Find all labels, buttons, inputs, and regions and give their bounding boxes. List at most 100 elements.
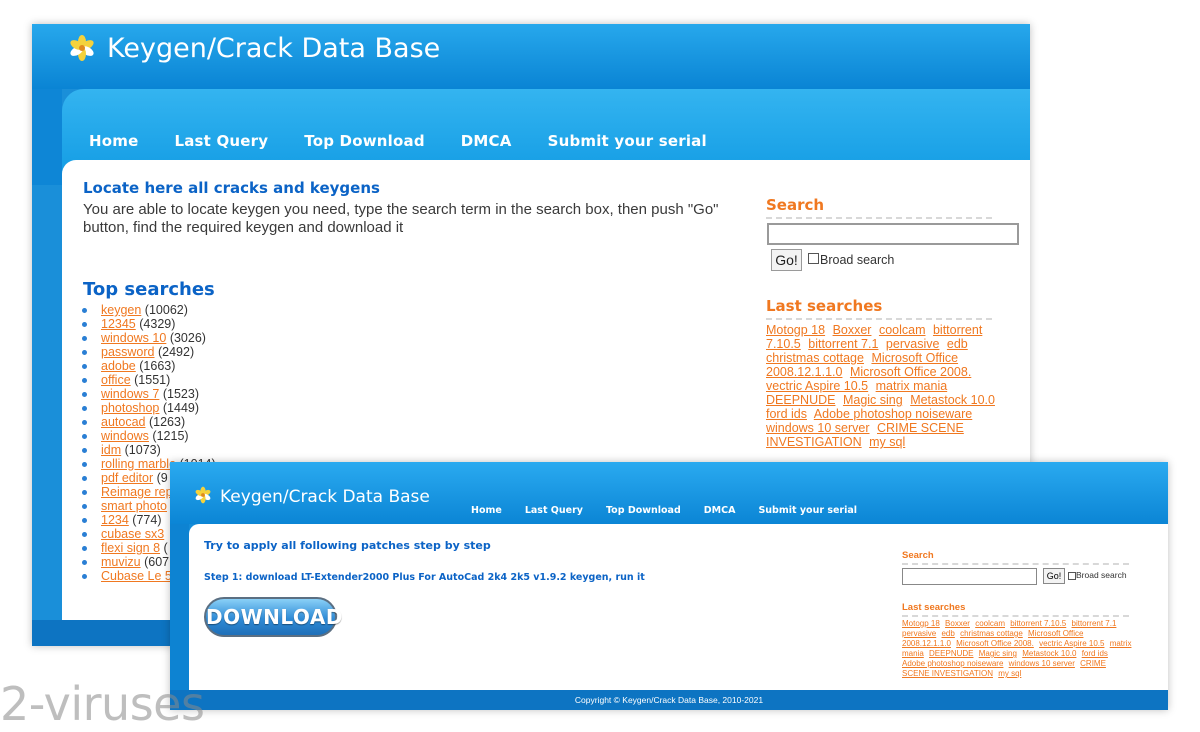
site-title[interactable]: Keygen/Crack Data Base	[107, 33, 440, 64]
last-search-link[interactable]: edb	[941, 629, 954, 638]
top-search-count: (4329)	[139, 317, 176, 331]
top-search-link[interactable]: windows	[101, 429, 149, 443]
top-search-link[interactable]: 1234	[101, 513, 129, 527]
top-search-link[interactable]: idm	[101, 443, 121, 457]
top-search-link[interactable]: office	[101, 373, 131, 387]
top-search-link[interactable]: muvizu	[101, 555, 141, 569]
broad-search-label[interactable]: Broad search	[1076, 570, 1127, 580]
last-search-link[interactable]: coolcam	[879, 323, 926, 337]
top-search-count: (1663)	[139, 359, 176, 373]
top-search-link[interactable]: Cubase Le 5	[101, 569, 172, 583]
top-search-link[interactable]: windows 10	[101, 331, 166, 345]
top-search-item: windows 7 (1523)	[82, 387, 216, 401]
locate-heading: Locate here all cracks and keygens	[83, 179, 380, 197]
last-search-link[interactable]: Motogp 18	[766, 323, 825, 337]
last-search-link[interactable]: Motogp 18	[902, 619, 940, 628]
last-search-link[interactable]: Magic sing	[979, 649, 1017, 658]
last-search-link[interactable]: Boxxer	[945, 619, 970, 628]
top-search-link[interactable]: keygen	[101, 303, 141, 317]
top-search-count: (10062)	[144, 303, 188, 317]
top-search-count: (1215)	[152, 429, 189, 443]
top-search-count: (1073)	[124, 443, 161, 457]
search-heading: Search	[902, 550, 1129, 565]
search-input[interactable]	[767, 223, 1019, 245]
last-search-link[interactable]: edb	[947, 337, 968, 351]
nav-dmca[interactable]: DMCA	[704, 505, 736, 516]
last-search-link[interactable]: vectric Aspire 10.5	[766, 379, 868, 393]
last-search-link[interactable]: DEEPNUDE	[766, 393, 835, 407]
broad-search-label[interactable]: Broad search	[820, 253, 894, 267]
last-search-link[interactable]: matrix mania	[876, 379, 948, 393]
download-button[interactable]: DOWNLOAD	[204, 597, 342, 637]
nav-top-download[interactable]: Top Download	[606, 505, 681, 516]
top-search-count: (	[163, 541, 168, 555]
last-search-link[interactable]: Magic sing	[843, 393, 903, 407]
search-input[interactable]	[902, 568, 1037, 585]
last-search-link[interactable]: windows 10 server	[1009, 659, 1075, 668]
top-search-link[interactable]: windows 7	[101, 387, 159, 401]
last-search-link[interactable]: Adobe photoshop noiseware	[814, 407, 972, 421]
top-search-link[interactable]: pdf editor	[101, 471, 153, 485]
top-search-count: (1263)	[148, 415, 186, 429]
last-searches-heading: Last searches	[766, 297, 992, 320]
main-nav: Home Last Query Top Download DMCA Submit…	[89, 132, 707, 150]
top-search-link[interactable]: photoshop	[101, 401, 159, 415]
last-search-link[interactable]: christmas cottage	[766, 351, 864, 365]
top-search-item: autocad (1263)	[82, 415, 216, 429]
last-search-link[interactable]: Microsoft Office 2008.	[850, 365, 971, 379]
top-search-count: (607	[144, 555, 170, 569]
nav-last-query[interactable]: Last Query	[525, 505, 583, 516]
last-search-link[interactable]: bittorrent 7.1	[808, 337, 878, 351]
last-search-link[interactable]: Microsoft Office 2008.	[956, 639, 1034, 648]
top-search-link[interactable]: Reimage rep	[101, 485, 173, 499]
broad-search-checkbox[interactable]	[808, 253, 819, 264]
nav-dmca[interactable]: DMCA	[461, 132, 512, 150]
last-search-link[interactable]: Adobe photoshop noiseware	[902, 659, 1003, 668]
site-title[interactable]: Keygen/Crack Data Base	[220, 487, 430, 507]
top-search-item: photoshop (1449)	[82, 401, 216, 415]
top-search-item: windows 10 (3026)	[82, 331, 216, 345]
last-search-link[interactable]: pervasive	[902, 629, 936, 638]
nav-home[interactable]: Home	[471, 505, 502, 516]
flower-icon	[195, 486, 211, 504]
top-search-link[interactable]: adobe	[101, 359, 136, 373]
last-search-link[interactable]: Metastock 10.0	[910, 393, 995, 407]
go-button[interactable]: Go!	[771, 249, 802, 271]
last-search-link[interactable]: my sql	[869, 435, 905, 449]
nav-last-query[interactable]: Last Query	[174, 132, 268, 150]
nav-submit-serial[interactable]: Submit your serial	[758, 505, 857, 516]
last-search-link[interactable]: windows 10 server	[766, 421, 870, 435]
last-search-link[interactable]: my sql	[998, 669, 1021, 678]
last-search-link[interactable]: ford ids	[1082, 649, 1108, 658]
top-search-item: office (1551)	[82, 373, 216, 387]
nav-home[interactable]: Home	[89, 132, 138, 150]
top-search-link[interactable]: rolling marble	[101, 457, 176, 471]
last-search-link[interactable]: coolcam	[975, 619, 1005, 628]
last-search-link[interactable]: vectric Aspire 10.5	[1039, 639, 1104, 648]
header-left-band	[32, 89, 62, 185]
last-search-link[interactable]: Metastock 10.0	[1022, 649, 1076, 658]
top-search-link[interactable]: flexi sign 8	[101, 541, 160, 555]
last-search-link[interactable]: bittorrent 7.1	[1072, 619, 1117, 628]
top-search-link[interactable]: autocad	[101, 415, 145, 429]
last-search-link[interactable]: ford ids	[766, 407, 807, 421]
top-search-count: (9	[156, 471, 168, 485]
last-search-link[interactable]: christmas cottage	[960, 629, 1023, 638]
top-search-link[interactable]: smart photo	[101, 499, 167, 513]
top-search-link[interactable]: password	[101, 345, 155, 359]
last-search-link[interactable]: bittorrent 7.10.5	[1010, 619, 1066, 628]
last-search-link[interactable]: pervasive	[886, 337, 940, 351]
header-left-band	[170, 524, 189, 690]
front-browser-window: Keygen/Crack Data Base Home Last Query T…	[170, 462, 1168, 710]
broad-search-checkbox[interactable]	[1068, 572, 1076, 580]
last-search-link[interactable]: DEEPNUDE	[929, 649, 973, 658]
top-search-link[interactable]: 12345	[101, 317, 136, 331]
nav-submit-serial[interactable]: Submit your serial	[548, 132, 707, 150]
top-search-count: (1523)	[162, 387, 199, 401]
nav-top-download[interactable]: Top Download	[304, 132, 425, 150]
top-search-count: (3026)	[169, 331, 206, 345]
last-searches-list: Motogp 18 Boxxer coolcam bittorrent 7.10…	[766, 323, 1002, 449]
top-search-link[interactable]: cubase sx3	[101, 527, 164, 541]
go-button[interactable]: Go!	[1043, 568, 1065, 584]
last-search-link[interactable]: Boxxer	[833, 323, 872, 337]
